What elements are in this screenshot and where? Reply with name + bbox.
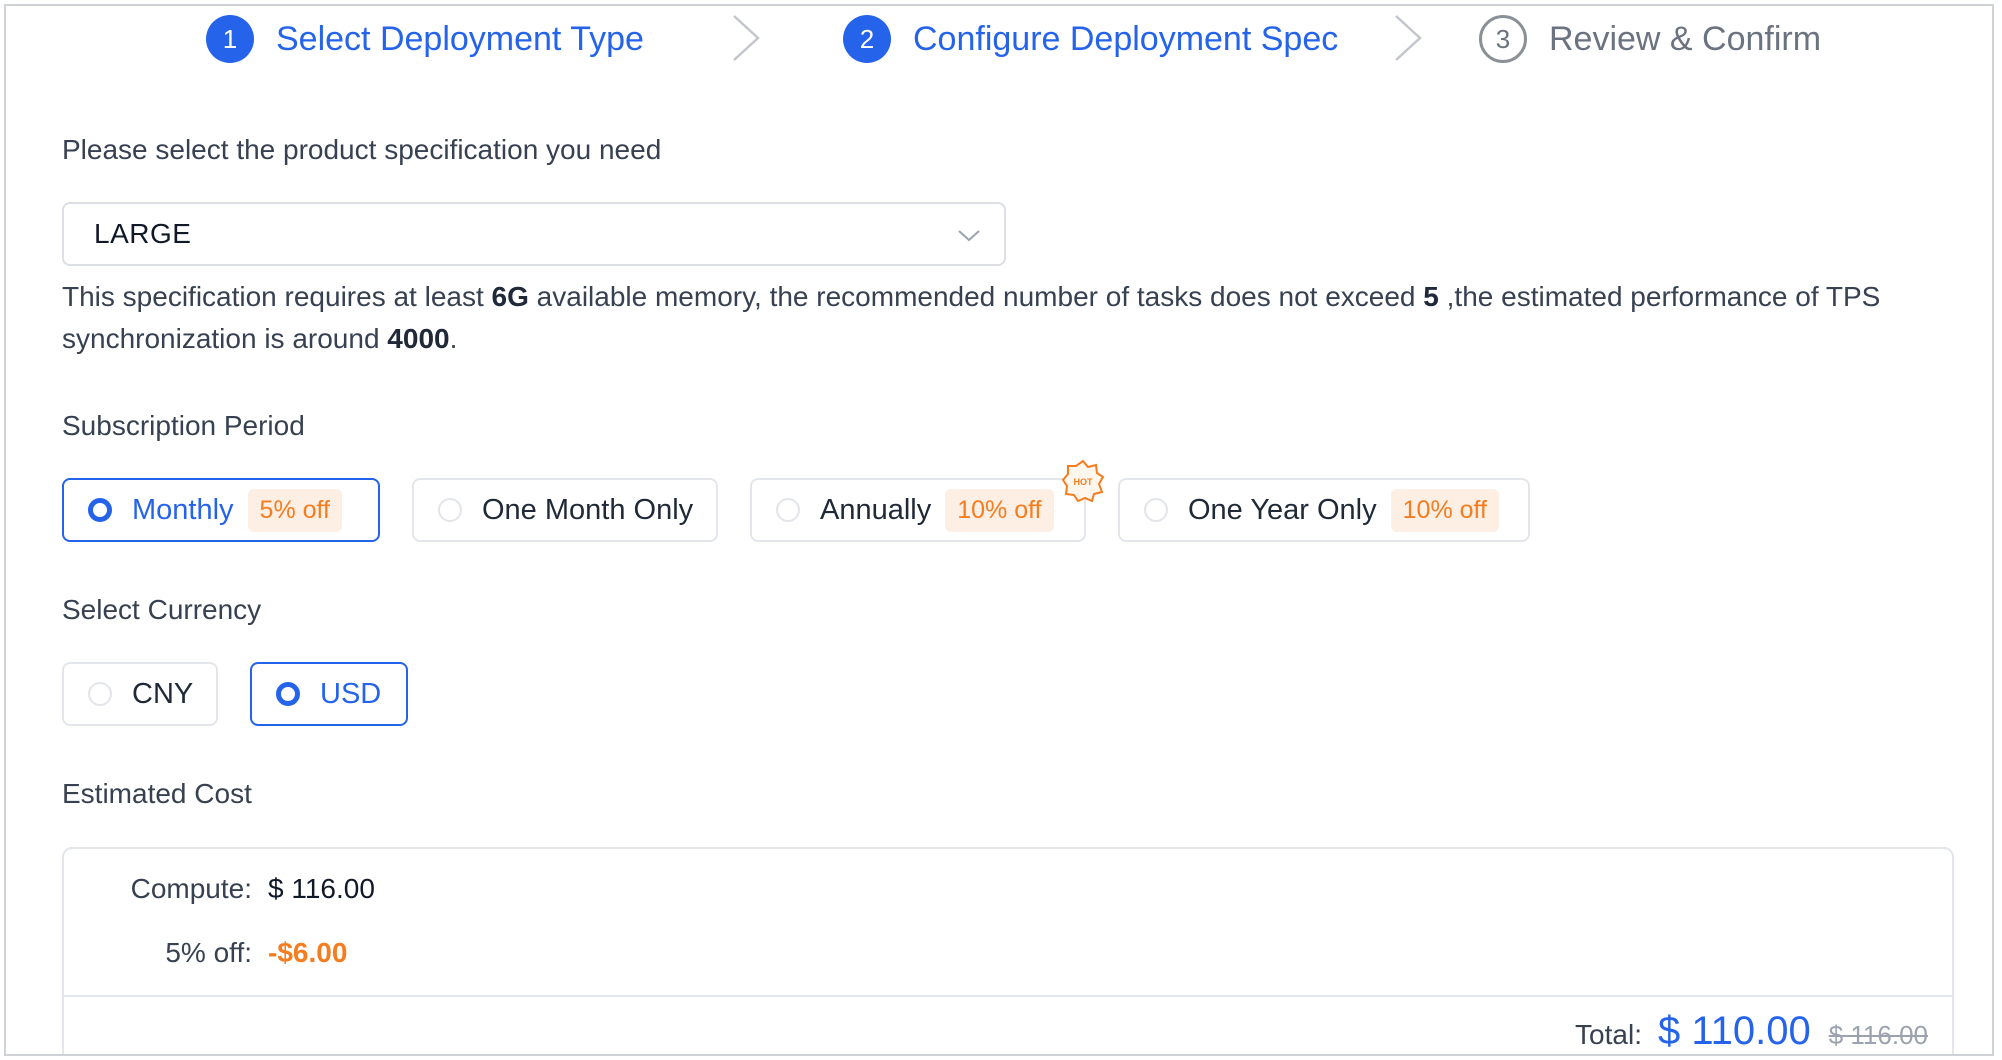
radio-icon xyxy=(88,682,112,706)
subscription-option-one-year-only[interactable]: One Year Only 10% off xyxy=(1118,478,1530,542)
subscription-option-monthly[interactable]: Monthly 5% off xyxy=(62,478,380,542)
step-configure-deployment-spec[interactable]: 2 Configure Deployment Spec xyxy=(843,10,1338,68)
step-review-confirm[interactable]: 3 Review & Confirm xyxy=(1479,10,1821,68)
step-chevron-icon xyxy=(1395,15,1422,61)
subscription-option-one-month-only[interactable]: One Month Only xyxy=(412,478,718,542)
wizard-window: 1 Select Deployment Type 2 Configure Dep… xyxy=(4,4,1994,1056)
cost-section-label: Estimated Cost xyxy=(62,778,252,809)
currency-option-usd[interactable]: USD xyxy=(250,662,408,726)
discount-value: -$6.00 xyxy=(268,937,348,968)
cost-row-discount: 5% off: -$6.00 xyxy=(64,937,347,969)
cost-panel: Compute: $ 116.00 5% off: -$6.00 Total: … xyxy=(62,847,1954,1054)
radio-icon xyxy=(776,498,800,522)
step-label-3: Review & Confirm xyxy=(1549,19,1822,58)
radio-icon xyxy=(88,498,112,522)
spec-description: This specification requires at least 6G … xyxy=(62,281,1881,354)
discount-badge: 10% off xyxy=(945,488,1054,532)
step-select-deployment-type[interactable]: 1 Select Deployment Type xyxy=(206,10,644,68)
compute-value: $ 116.00 xyxy=(268,873,375,904)
currency-section-label: Select Currency xyxy=(62,594,262,625)
step-number-2: 2 xyxy=(843,15,891,63)
radio-icon xyxy=(1144,498,1168,522)
total-label: Total: xyxy=(1575,1019,1642,1050)
cost-divider xyxy=(64,995,1952,997)
radio-icon xyxy=(438,498,462,522)
radio-icon xyxy=(276,682,300,706)
spec-memory: 6G xyxy=(491,281,529,312)
step-label-1: Select Deployment Type xyxy=(276,19,644,58)
currency-option-cny[interactable]: CNY xyxy=(62,662,218,726)
discount-label: 5% off: xyxy=(165,937,252,968)
step-chevron-icon xyxy=(733,15,760,61)
spec-select[interactable]: LARGE xyxy=(62,202,1006,266)
svg-text:HOT: HOT xyxy=(1074,477,1094,487)
total-value: $ 110.00 xyxy=(1657,1009,1811,1053)
spec-section-label: Please select the product specification … xyxy=(62,134,662,165)
hot-badge-icon: HOT xyxy=(1061,459,1105,503)
cost-total: Total: $ 110.00 $ 116.00 xyxy=(1575,1009,1928,1054)
spec-tps: 4000 xyxy=(387,323,450,354)
total-original-price: $ 116.00 xyxy=(1828,1020,1928,1050)
step-number-1: 1 xyxy=(206,15,254,63)
subscription-option-annually[interactable]: Annually 10% off xyxy=(750,478,1086,542)
step-number-3: 3 xyxy=(1479,15,1527,63)
cost-row-compute: Compute: $ 116.00 xyxy=(64,873,375,905)
discount-badge: 10% off xyxy=(1390,488,1499,532)
discount-badge: 5% off xyxy=(247,488,342,532)
spec-tasks: 5 xyxy=(1423,281,1439,312)
chevron-down-icon xyxy=(958,230,980,242)
subscription-section-label: Subscription Period xyxy=(62,410,305,441)
spec-select-value: LARGE xyxy=(94,218,192,249)
step-label-2: Configure Deployment Spec xyxy=(913,19,1339,58)
compute-label: Compute: xyxy=(130,873,252,904)
